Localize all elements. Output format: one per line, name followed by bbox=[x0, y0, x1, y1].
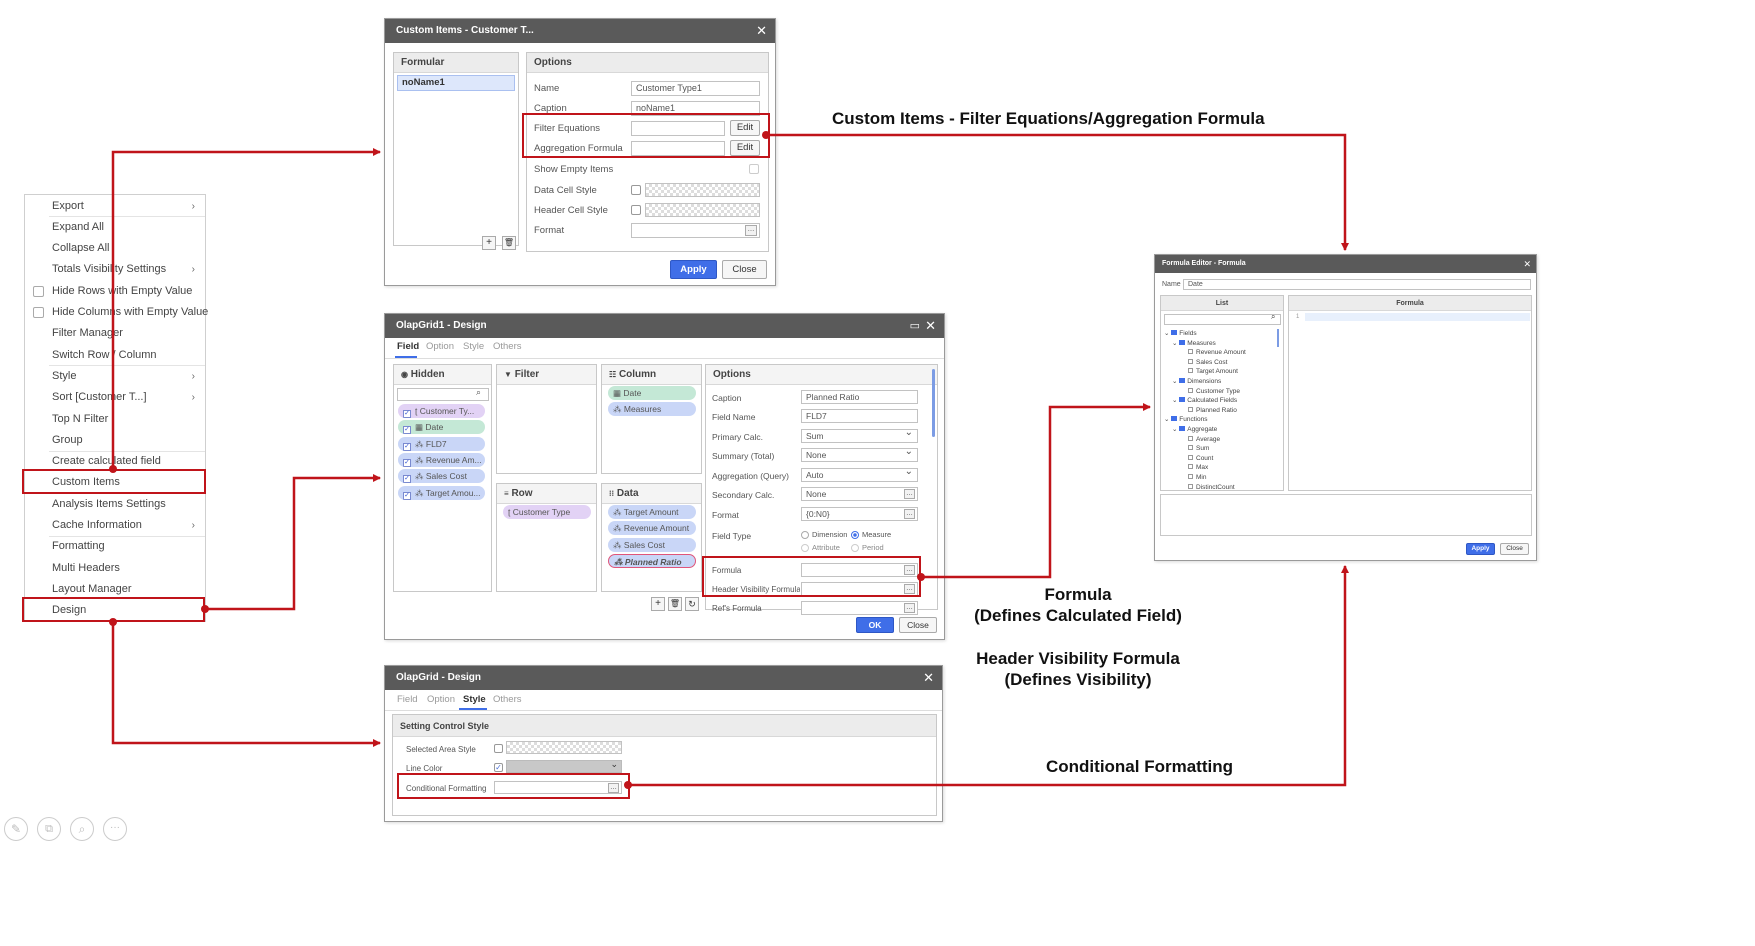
pencil-icon[interactable]: ✎ bbox=[4, 817, 28, 841]
connector-filter-aggregation bbox=[766, 133, 1349, 251]
annotation-conditional: Conditional Formatting bbox=[1046, 757, 1233, 776]
dot-formula bbox=[917, 573, 925, 581]
annotation-header-vis-title: Header Visibility Formula bbox=[976, 649, 1180, 668]
zoom-icon[interactable]: ⌕ bbox=[70, 817, 94, 841]
dot-custom-items bbox=[109, 465, 117, 473]
connector-design-style bbox=[111, 622, 381, 747]
connector-formula bbox=[921, 403, 1151, 579]
annotation-header-vis-desc: (Defines Visibility) bbox=[1004, 670, 1152, 689]
dot-conditional bbox=[624, 781, 632, 789]
annotation-custom-items: Custom Items - Filter Equations/Aggregat… bbox=[832, 109, 1265, 128]
dot-design bbox=[201, 605, 209, 613]
more-icon[interactable]: ··· bbox=[103, 817, 127, 841]
dot-filter-aggregation bbox=[762, 131, 770, 139]
connector-lines bbox=[109, 131, 1349, 789]
annotation-formula-title: Formula bbox=[1044, 585, 1112, 604]
connector-custom-items bbox=[111, 148, 381, 469]
copy-icon[interactable]: ⧉ bbox=[37, 817, 61, 841]
annotation-formula-desc: (Defines Calculated Field) bbox=[974, 606, 1182, 625]
dot-design-bottom bbox=[109, 618, 117, 626]
connector-design-field bbox=[205, 474, 381, 611]
